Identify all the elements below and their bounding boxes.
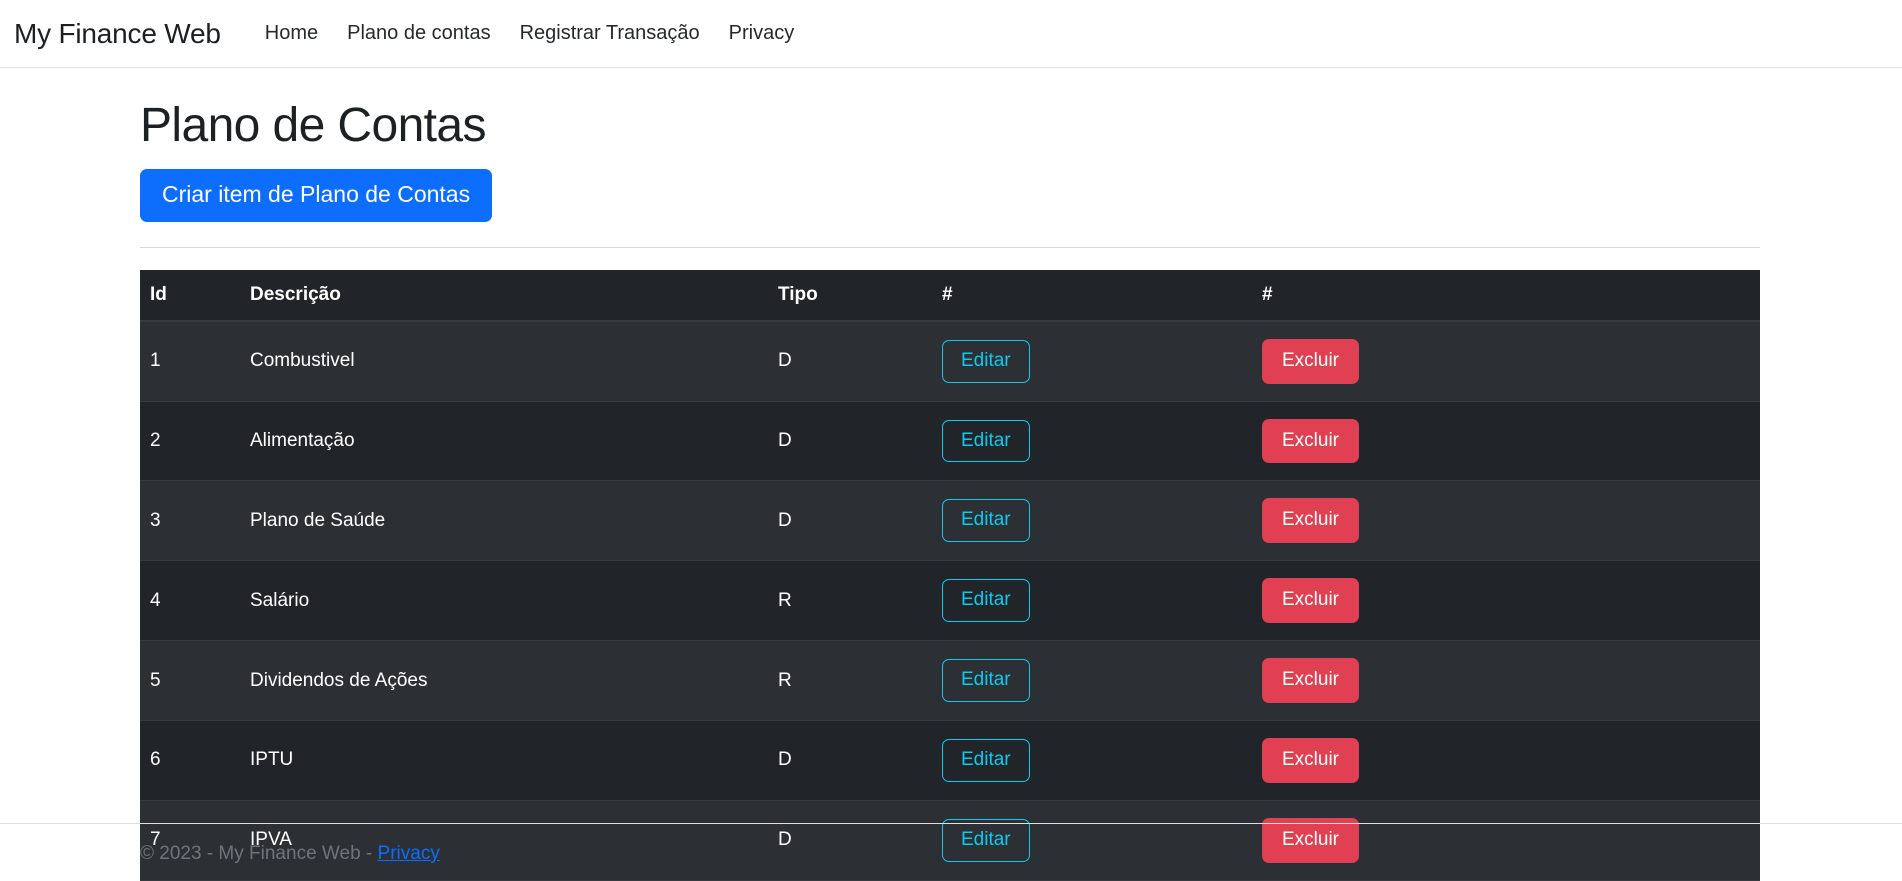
table-header: Id Descrição Tipo # #	[140, 269, 1760, 322]
cell-id: 5	[140, 640, 240, 721]
cell-action-edit: Editar	[932, 640, 1252, 721]
nav-link-home[interactable]: Home	[265, 22, 318, 45]
cell-tipo: R	[768, 560, 932, 642]
cell-action-delete: Excluir	[1252, 720, 1760, 801]
cell-tipo: D	[768, 480, 932, 562]
cell-action-delete: Excluir	[1252, 560, 1760, 642]
cell-descricao: Salário	[240, 560, 768, 642]
page-footer: © 2023 - My Finance Web - Privacy	[0, 823, 1902, 865]
table-row: 5 Dividendos de Ações R Editar Excluir	[140, 640, 1760, 721]
cell-action-delete: Excluir	[1252, 480, 1760, 562]
cell-action-delete: Excluir	[1252, 640, 1760, 721]
plano-de-contas-table: Id Descrição Tipo # # 1 Combustivel D Ed…	[140, 269, 1760, 881]
table-row: 1 Combustivel D Editar Excluir	[140, 320, 1760, 402]
primary-navigation: Home Plano de contas Registrar Transação…	[265, 22, 794, 45]
cell-tipo: D	[768, 720, 932, 801]
cell-descricao: Combustivel	[240, 320, 768, 402]
nav-link-registrar-transacao[interactable]: Registrar Transação	[520, 22, 700, 45]
cell-id: 4	[140, 560, 240, 642]
edit-button[interactable]: Editar	[942, 339, 1030, 383]
cell-descricao: Dividendos de Ações	[240, 640, 768, 721]
edit-button[interactable]: Editar	[942, 739, 1030, 782]
column-header-descricao: Descrição	[240, 269, 768, 322]
main-content: Plano de Contas Criar item de Plano de C…	[0, 98, 1902, 881]
cell-id: 2	[140, 401, 240, 482]
delete-button[interactable]: Excluir	[1262, 738, 1360, 783]
top-navbar: My Finance Web Home Plano de contas Regi…	[0, 0, 1902, 68]
edit-button[interactable]: Editar	[942, 419, 1030, 463]
brand-link[interactable]: My Finance Web	[14, 18, 221, 50]
cell-descricao: IPTU	[240, 720, 768, 801]
cell-action-edit: Editar	[932, 320, 1252, 402]
column-header-actions-edit: #	[932, 269, 1252, 322]
cell-action-edit: Editar	[932, 401, 1252, 482]
cell-descricao: Alimentação	[240, 401, 768, 482]
edit-button[interactable]: Editar	[942, 659, 1030, 702]
nav-link-plano-de-contas[interactable]: Plano de contas	[347, 22, 490, 45]
column-header-id: Id	[140, 269, 240, 322]
cell-id: 3	[140, 480, 240, 562]
delete-button[interactable]: Excluir	[1262, 658, 1360, 703]
delete-button[interactable]: Excluir	[1262, 418, 1360, 464]
cell-tipo: D	[768, 401, 932, 482]
table-row: 3 Plano de Saúde D Editar Excluir	[140, 480, 1760, 562]
delete-button[interactable]: Excluir	[1262, 338, 1360, 384]
cell-action-delete: Excluir	[1252, 401, 1760, 482]
table-row: 6 IPTU D Editar Excluir	[140, 720, 1760, 801]
edit-button[interactable]: Editar	[942, 499, 1030, 543]
cell-descricao: Plano de Saúde	[240, 480, 768, 562]
column-header-tipo: Tipo	[768, 269, 932, 322]
cell-action-edit: Editar	[932, 560, 1252, 642]
table-row: 4 Salário R Editar Excluir	[140, 560, 1760, 642]
cell-action-edit: Editar	[932, 720, 1252, 801]
edit-button[interactable]: Editar	[942, 579, 1030, 623]
nav-link-privacy[interactable]: Privacy	[729, 22, 795, 45]
cell-tipo: R	[768, 640, 932, 721]
cell-action-edit: Editar	[932, 480, 1252, 562]
cell-id: 1	[140, 320, 240, 402]
delete-button[interactable]: Excluir	[1262, 498, 1360, 544]
footer-content: © 2023 - My Finance Web - Privacy	[0, 824, 1902, 865]
cell-action-delete: Excluir	[1252, 320, 1760, 402]
table-row: 2 Alimentação D Editar Excluir	[140, 401, 1760, 482]
page-title: Plano de Contas	[140, 99, 487, 152]
cell-id: 6	[140, 720, 240, 801]
table-body: 1 Combustivel D Editar Excluir 2 Aliment…	[140, 320, 1760, 881]
cell-tipo: D	[768, 320, 932, 402]
footer-privacy-link[interactable]: Privacy	[378, 843, 440, 864]
create-plano-de-contas-button[interactable]: Criar item de Plano de Contas	[140, 169, 493, 222]
column-header-actions-delete: #	[1252, 269, 1760, 322]
delete-button[interactable]: Excluir	[1262, 578, 1360, 624]
content-divider	[140, 246, 1760, 248]
footer-copyright: © 2023 - My Finance Web -	[140, 843, 378, 864]
table-header-row: Id Descrição Tipo # #	[140, 269, 1760, 322]
